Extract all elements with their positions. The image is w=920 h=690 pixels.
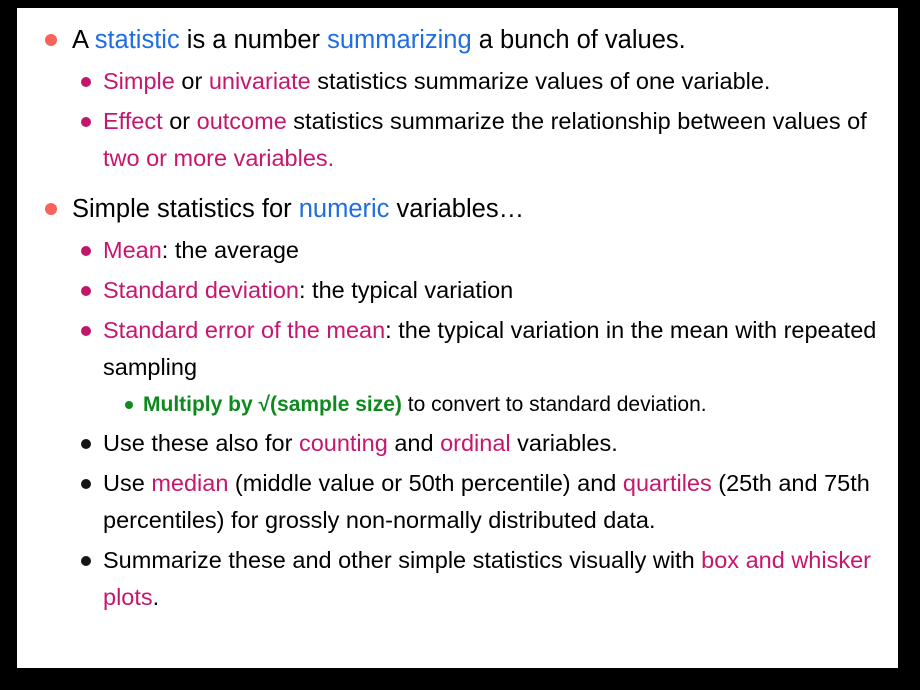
text-run: or — [162, 108, 197, 134]
text-run: . — [152, 584, 160, 610]
bullet-simple-statistics-numeric: Simple statistics for numeric variables… — [32, 189, 898, 229]
text-run: is a number — [179, 26, 328, 54]
text-run: ordinal — [440, 430, 511, 456]
text-run: statistic — [94, 26, 180, 54]
bullet-dot-icon — [45, 34, 57, 46]
bullet-text: Effect or outcome statistics summarize t… — [103, 108, 867, 171]
text-run: Standard deviation — [103, 277, 299, 303]
text-run: outcome — [196, 108, 287, 134]
bullet-dot-icon — [45, 203, 57, 215]
bullet-dot-icon — [81, 556, 91, 566]
slide-frame: A statistic is a number summarizing a bu… — [0, 0, 920, 690]
bullet-statistic-definition: A statistic is a number summarizing a bu… — [32, 20, 898, 60]
text-run: Multiply by √(sample size) — [143, 393, 402, 416]
bullet-text: Standard error of the mean: the typical … — [103, 317, 876, 380]
bullet-text: A statistic is a number summarizing a bu… — [72, 26, 686, 54]
bullet-text: Multiply by √(sample size) to convert to… — [143, 393, 707, 416]
text-run: variables. — [510, 430, 618, 456]
text-run: statistics summarize values of one varia… — [310, 68, 771, 94]
bullet-dot-icon — [81, 246, 91, 256]
text-run: A — [72, 26, 95, 54]
text-run: Simple statistics for — [72, 195, 299, 223]
text-run: Mean — [103, 237, 162, 263]
bullet-effect-outcome: Effect or outcome statistics summarize t… — [78, 103, 898, 177]
text-run: quartiles — [622, 470, 712, 496]
text-run: a bunch of values. — [471, 26, 686, 54]
text-run: median — [151, 470, 229, 496]
text-run: (middle value or 50th percentile) and — [228, 470, 623, 496]
bullet-text: Summarize these and other simple statist… — [103, 547, 871, 610]
bullet-text: Simple or univariate statistics summariz… — [103, 68, 770, 94]
text-run: and — [387, 430, 441, 456]
text-run: or — [174, 68, 209, 94]
text-run: Standard error of the mean — [103, 317, 386, 343]
bullet-standard-error-of-the-mean: Standard error of the mean: the typical … — [78, 312, 898, 386]
bullet-box-and-whisker-plots: Summarize these and other simple statist… — [78, 542, 898, 616]
text-run: Use — [103, 470, 152, 496]
text-run: : the typical variation — [298, 277, 514, 303]
bullet-text: Mean: the average — [103, 237, 299, 263]
bullet-text: Simple statistics for numeric variables… — [72, 195, 524, 223]
text-run: Simple — [103, 68, 175, 94]
bullet-dot-icon — [81, 117, 91, 127]
text-run: to convert to standard deviation. — [401, 393, 707, 416]
bullet-text: Use these also for counting and ordinal … — [103, 430, 618, 456]
text-run: counting — [298, 430, 388, 456]
text-run: Use these also for — [103, 430, 299, 456]
bullet-multiply-by-sqrt-sample-size: Multiply by √(sample size) to convert to… — [121, 388, 898, 422]
text-run: statistics summarize the relationship be… — [286, 108, 867, 134]
bullet-median-quartiles: Use median (middle value or 50th percent… — [78, 465, 898, 539]
text-run: : the average — [161, 237, 299, 263]
slide-canvas: A statistic is a number summarizing a bu… — [17, 8, 898, 668]
bullet-dot-icon — [125, 401, 133, 409]
bullet-simple-univariate: Simple or univariate statistics summariz… — [78, 63, 898, 100]
bullet-text: Standard deviation: the typical variatio… — [103, 277, 513, 303]
bullet-counting-ordinal: Use these also for counting and ordinal … — [78, 425, 898, 462]
text-run: Summarize these and other simple statist… — [103, 547, 702, 573]
text-run: numeric — [298, 195, 390, 223]
bullet-dot-icon — [81, 326, 91, 336]
bullet-text: Use median (middle value or 50th percent… — [103, 470, 870, 533]
bullet-mean: Mean: the average — [78, 232, 898, 269]
bullet-list: A statistic is a number summarizing a bu… — [17, 20, 898, 616]
text-run: variables… — [389, 195, 525, 223]
bullet-dot-icon — [81, 77, 91, 87]
text-run: two or more variables. — [103, 145, 335, 171]
bullet-dot-icon — [81, 479, 91, 489]
bullet-dot-icon — [81, 286, 91, 296]
bullet-standard-deviation: Standard deviation: the typical variatio… — [78, 272, 898, 309]
bullet-dot-icon — [81, 439, 91, 449]
slide-content-body: A statistic is a number summarizing a bu… — [17, 8, 898, 616]
text-run: summarizing — [327, 26, 472, 54]
text-run: univariate — [208, 68, 311, 94]
text-run: Effect — [103, 108, 163, 134]
